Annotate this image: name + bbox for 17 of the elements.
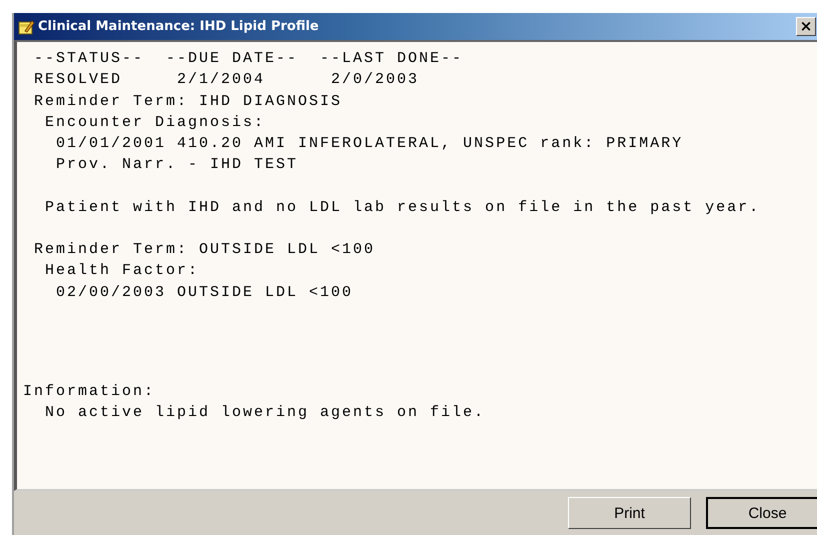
dialog-button[interactable]: Close [706,497,817,529]
close-button[interactable]: × [796,17,816,36]
dialog-button[interactable]: Print [568,497,691,529]
text-line: 01/01/2001 410.20 AMI INFEROLATERAL, UNSPEC rank: PRIMARY [55,134,684,154]
text-line: Prov. Narr. - IHD TEST [55,155,300,176]
text-line: Health Factor: [44,261,200,282]
text-line: Information: [23,382,156,402]
notepad-icon [17,18,35,36]
window-title: Clinical Maintenance: IHD Lipid Profile [38,19,319,34]
text-line: Patient with IHD and no LDL lab results on file in the past year. [44,198,762,218]
text-line: Encounter Diagnosis: [44,112,266,133]
text-line: --STATUS-- --DUE DATE-- --LAST DONE-- [33,49,464,69]
text-line: Reminder Term: OUTSIDE LDL <100 [33,240,376,260]
text-line: 02/00/2003 OUTSIDE LDL <100 [55,282,354,303]
text-line: RESOLVED 2/1/2004 2/0/2003 [33,70,420,90]
text-line: No active lipid lowering agents on file. [44,403,486,424]
text-line: Reminder Term: IHD DIAGNOSIS [33,92,344,112]
